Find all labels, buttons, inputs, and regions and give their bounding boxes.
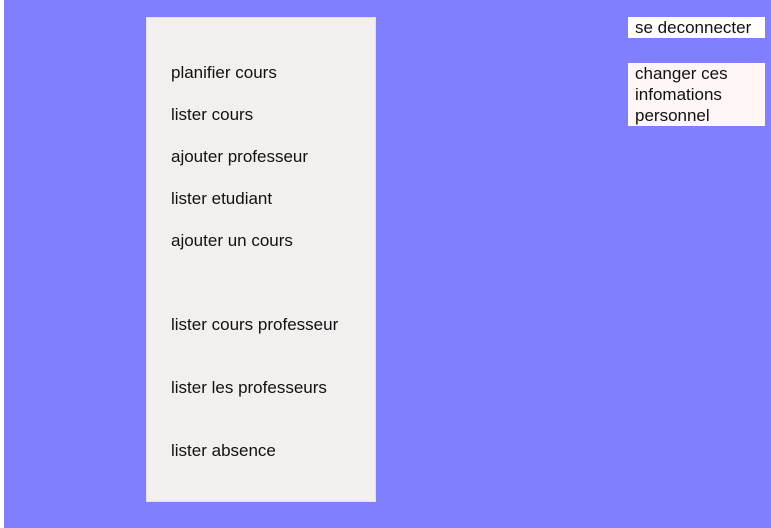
menu-item-lister-cours-professeur[interactable]: lister cours professeur [171, 315, 338, 335]
menu-item-ajouter-un-cours[interactable]: ajouter un cours [171, 231, 293, 251]
menu-item-lister-les-professeurs[interactable]: lister les professeurs [171, 378, 327, 398]
navigation-menu: planifier cours lister cours ajouter pro… [146, 17, 376, 502]
edit-profile-button[interactable]: changer ces infomations personnel [628, 63, 765, 126]
menu-item-planifier-cours[interactable]: planifier cours [171, 63, 277, 83]
menu-item-lister-cours[interactable]: lister cours [171, 105, 253, 125]
menu-item-lister-absence[interactable]: lister absence [171, 441, 276, 461]
menu-item-lister-etudiant[interactable]: lister etudiant [171, 189, 272, 209]
page-background: planifier cours lister cours ajouter pro… [4, 0, 771, 528]
menu-item-ajouter-professeur[interactable]: ajouter professeur [171, 147, 308, 167]
logout-button[interactable]: se deconnecter [628, 17, 765, 38]
